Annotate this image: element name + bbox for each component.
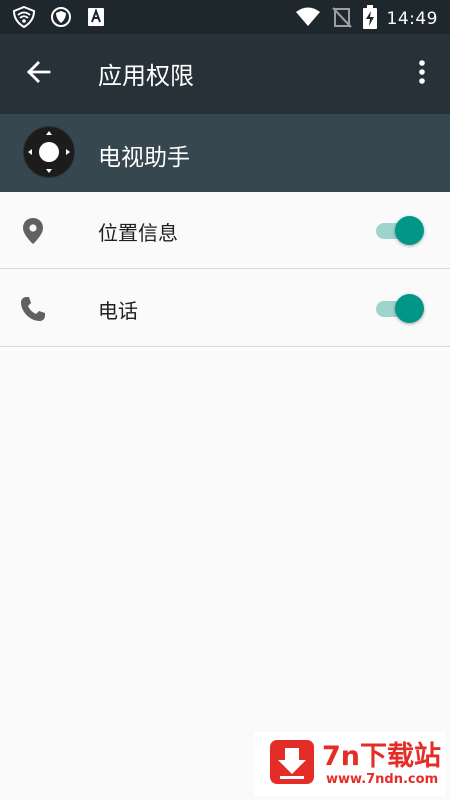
remote-control-icon [22,125,76,179]
watermark-title: 7n下载站 [322,741,442,772]
overflow-menu-button[interactable] [402,50,442,98]
no-signal-icon [331,6,353,32]
page-title: 应用权限 [98,62,194,90]
phone-permission-switch[interactable] [374,294,424,324]
status-bar-clock: 14:49 [386,9,438,29]
location-pin-icon [18,216,48,246]
permission-row-phone[interactable]: 电话 [0,270,450,347]
wifi-icon [295,6,321,32]
privacy-shield-icon [50,6,72,32]
status-bar-left-icons [12,5,106,32]
status-bar-right-icons: 14:49 [295,5,439,33]
vpn-shield-icon [12,5,36,32]
phone-icon [18,294,48,324]
download-arrow-icon [270,740,314,784]
switch-thumb [395,216,424,245]
back-button[interactable] [14,50,62,98]
status-bar: 14:49 [0,0,450,34]
toolbar: 应用权限 [0,34,450,114]
permission-label-location: 位置信息 [98,221,178,245]
location-permission-switch[interactable] [374,216,424,246]
keyboard-a-icon [86,6,106,32]
app-name: 电视助手 [98,145,190,171]
permission-label-phone: 电话 [98,299,138,323]
app-header: 电视助手 [0,114,450,192]
watermark: 7n下载站 www.7ndn.com [254,732,446,796]
more-vert-icon [418,59,426,89]
arrow-back-icon [25,59,51,89]
switch-thumb [395,294,424,323]
battery-charging-icon [362,5,377,33]
permission-row-location[interactable]: 位置信息 [0,192,450,269]
watermark-url: www.7ndn.com [326,772,439,787]
